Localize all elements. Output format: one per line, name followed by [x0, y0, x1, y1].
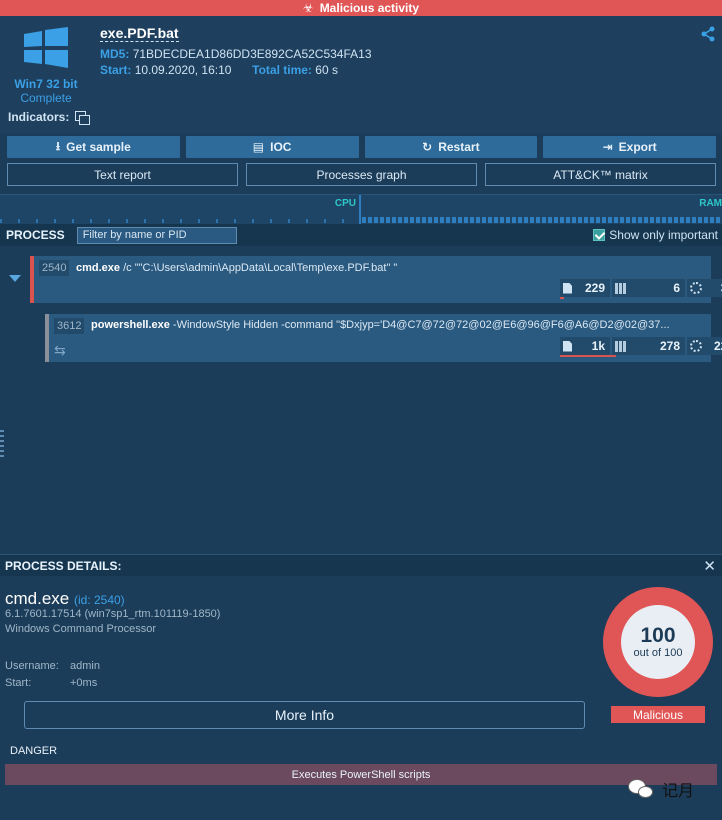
threat-score-ring: 100 out of 100	[603, 587, 713, 697]
md5-line: MD5: 71BDECDEA1D86DD3E892CA52C534FA13	[100, 47, 372, 61]
show-only-important-label: Show only important	[609, 228, 718, 242]
network-icon	[690, 340, 702, 352]
cpu-graph	[0, 219, 356, 223]
file-icon	[563, 282, 572, 294]
total-time-value: 60 s	[315, 63, 338, 77]
resize-handle[interactable]	[0, 430, 4, 460]
export-button[interactable]: ⇥ Export	[543, 136, 716, 158]
process-pid: 3612	[54, 318, 85, 334]
process-stats: 1k 278 224	[560, 337, 722, 357]
process-row-powershell[interactable]: 3612 powershell.exe -WindowStyle Hidden …	[45, 314, 722, 362]
processes-graph-button[interactable]: Processes graph	[246, 163, 477, 186]
indicators[interactable]: Indicators:	[8, 110, 91, 125]
indicators-label: Indicators:	[8, 110, 70, 124]
md5-value: 71BDECDEA1D86DD3E892CA52C534FA13	[132, 47, 372, 61]
graph-divider	[359, 195, 361, 225]
process-tree: 2540 cmd.exe /c ""C:\Users\admin\AppData…	[0, 246, 722, 552]
details-version: 6.1.7601.17514 (win7sp1_rtm.101119-1850)	[5, 608, 221, 620]
start-label: Start:	[100, 63, 132, 77]
os-name: Win7 32 bit	[14, 77, 78, 91]
banner-text: Malicious activity	[319, 1, 420, 15]
wechat-icon	[628, 777, 656, 801]
total-time-label: Total time:	[252, 63, 312, 77]
score-scale: out of 100	[633, 647, 683, 659]
ram-label: RAM	[699, 198, 722, 209]
share-icon[interactable]	[700, 26, 716, 42]
details-process-id: (id: 2540)	[73, 593, 125, 607]
danger-section-label: DANGER	[10, 745, 58, 757]
close-icon[interactable]: ✕	[703, 557, 716, 575]
show-only-important-toggle[interactable]: Show only important	[593, 228, 718, 242]
indicators-copy-icon[interactable]	[75, 111, 91, 125]
process-stats: 229 6 32	[560, 279, 722, 299]
watermark-text: 记月	[662, 783, 695, 800]
time-line: Start: 10.09.2020, 16:10 Total time: 60 …	[100, 63, 338, 77]
registry-icon	[615, 282, 627, 294]
registry-stat[interactable]: 278	[612, 337, 685, 355]
windows-logo-icon	[24, 27, 68, 68]
export-icon: ⇥	[602, 140, 613, 154]
text-report-button[interactable]: Text report	[7, 163, 238, 186]
process-panel-title: PROCESS	[6, 228, 65, 242]
process-command-line: cmd.exe /c ""C:\Users\admin\AppData\Loca…	[76, 262, 398, 274]
registry-icon	[615, 340, 627, 352]
network-stat[interactable]: 224	[687, 337, 722, 355]
ioc-button[interactable]: ▤ IOC	[185, 136, 359, 158]
network-icon	[690, 282, 702, 294]
more-info-button[interactable]: More Info	[24, 701, 585, 729]
verdict-badge: Malicious	[611, 706, 705, 723]
watermark: 记月	[628, 777, 694, 801]
details-description: Windows Command Processor	[5, 623, 156, 635]
details-start-value: +0ms	[70, 677, 98, 689]
process-command-line: powershell.exe -WindowStyle Hidden -comm…	[91, 319, 670, 331]
ram-graph	[362, 217, 722, 223]
biohazard-icon: ☣	[302, 1, 314, 15]
report-toolbar: Text report Processes graph ATT&CK™ matr…	[7, 163, 716, 186]
action-toolbar: ⭳ Get sample ▤ IOC ↻ Restart ⇥ Export	[7, 136, 716, 158]
process-details-title: PROCESS DETAILS:	[5, 558, 122, 573]
file-icon	[563, 340, 572, 352]
cpu-label: CPU	[334, 198, 356, 209]
threat-score: 100 out of 100	[621, 605, 695, 679]
username-label: Username:	[5, 660, 59, 672]
task-status: Complete	[20, 91, 72, 105]
files-stat[interactable]: 229	[560, 279, 610, 299]
restart-button[interactable]: ↻ Restart	[364, 136, 538, 158]
get-sample-button[interactable]: ⭳ Get sample	[7, 136, 180, 158]
process-pid: 2540	[39, 260, 70, 276]
details-start-label: Start:	[5, 677, 32, 689]
score-value: 100	[640, 624, 676, 647]
sample-filename[interactable]: exe.PDF.bat	[100, 25, 179, 42]
malicious-banner: ☣ Malicious activity	[0, 0, 722, 16]
task-header: Win7 32 bit Complete Indicators: exe.PDF…	[0, 16, 722, 134]
process-edge-marker	[45, 314, 49, 362]
process-details: cmd.exe (id: 2540) 6.1.7601.17514 (win7s…	[0, 576, 722, 820]
show-only-important-checkbox[interactable]	[593, 229, 606, 241]
registry-stat[interactable]: 6	[612, 279, 685, 297]
process-filter-input[interactable]	[76, 226, 237, 244]
start-value: 10.09.2020, 16:10	[134, 63, 232, 77]
danger-item[interactable]: Executes PowerShell scripts	[5, 764, 717, 785]
details-process-name: cmd.exe (id: 2540)	[5, 589, 125, 608]
process-edge-marker	[30, 256, 34, 303]
process-details-header: PROCESS DETAILS: ✕	[0, 554, 722, 576]
process-row-cmd[interactable]: 2540 cmd.exe /c ""C:\Users\admin\AppData…	[30, 256, 722, 303]
details-start-row: Start: +0ms	[5, 677, 97, 689]
files-stat[interactable]: 1k	[560, 337, 616, 357]
download-icon: ⭳	[55, 138, 61, 153]
child-process-icon: ⇆	[54, 342, 66, 358]
resource-graph: CPU RAM	[0, 194, 722, 225]
md5-label: MD5:	[100, 47, 130, 61]
process-panel-header: PROCESS Show only important	[0, 224, 722, 246]
attck-matrix-button[interactable]: ATT&CK™ matrix	[485, 163, 716, 186]
list-icon: ▤	[252, 140, 265, 154]
network-stat[interactable]: 32	[687, 279, 722, 297]
username-value: admin	[70, 660, 100, 672]
collapse-arrow-icon[interactable]	[9, 275, 21, 282]
details-username-row: Username: admin	[5, 660, 100, 672]
restart-icon: ↻	[422, 140, 433, 154]
